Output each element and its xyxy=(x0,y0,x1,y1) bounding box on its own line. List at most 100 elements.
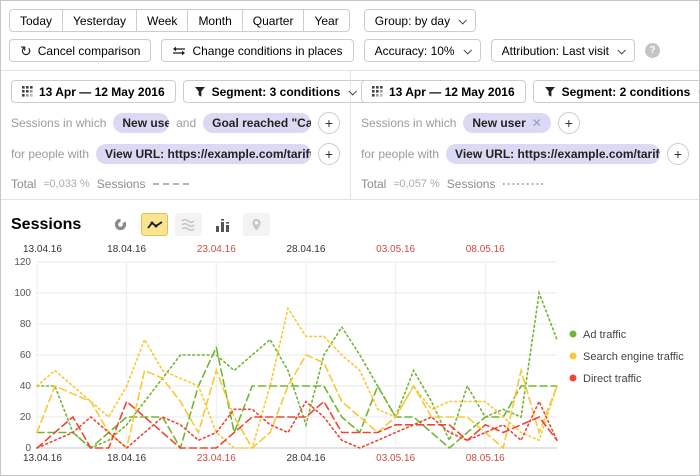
sessions-conditions-row: Sessions in which New user ✕ + xyxy=(361,112,689,134)
analytics-widget: Today Yesterday Week Month Quarter Year … xyxy=(0,0,700,476)
period-week-button[interactable]: Week xyxy=(136,9,188,32)
legend-label[interactable]: Ad traffic xyxy=(583,329,627,341)
legend-label[interactable]: Direct traffic xyxy=(583,373,642,385)
chevron-down-icon xyxy=(463,46,471,54)
calendar-grid-icon xyxy=(372,86,383,97)
comparison-panels: 13 Apr — 12 May 2016 Segment: 3 conditio… xyxy=(1,70,699,200)
condition-chip-new-user[interactable]: New user ✕ xyxy=(113,113,169,133)
legend-dot xyxy=(570,353,577,360)
chip-close-icon[interactable]: ✕ xyxy=(532,116,542,130)
chevron-down-icon xyxy=(459,16,467,24)
chip-label: New user xyxy=(122,116,169,130)
period-toolbar: Today Yesterday Week Month Quarter Year … xyxy=(1,1,699,32)
line-style-sample-dotted xyxy=(502,181,546,187)
condition-chip-goal[interactable]: Goal reached "Calculator" ✕ xyxy=(203,113,311,133)
period-month-button[interactable]: Month xyxy=(187,9,242,32)
legend-label[interactable]: Search engine traffic xyxy=(583,351,684,363)
people-conditions-row: for people with View URL: https://exampl… xyxy=(361,143,689,165)
y-axis-tick-label: 60 xyxy=(20,350,32,361)
y-axis-tick-label: 80 xyxy=(20,319,32,330)
x-axis-bottom-label: 18.04.16 xyxy=(107,453,146,464)
chip-label: View URL: https://example.com/tariff/* xyxy=(455,147,660,161)
add-condition-button[interactable]: + xyxy=(558,112,580,134)
segment-panel-a: 13 Apr — 12 May 2016 Segment: 3 conditio… xyxy=(1,71,350,199)
date-range-label: 13 Apr — 12 May 2016 xyxy=(39,85,165,99)
column-chart-icon[interactable] xyxy=(209,213,236,236)
swap-arrows-icon xyxy=(172,46,186,56)
x-axis-bottom-label: 13.04.16 xyxy=(23,453,62,464)
period-year-button[interactable]: Year xyxy=(303,9,349,32)
add-condition-button[interactable]: + xyxy=(318,112,340,134)
accuracy-label: Accuracy: 10% xyxy=(375,44,455,58)
total-value: ≈0,033 % xyxy=(43,178,89,190)
x-axis-top-label: 18.04.16 xyxy=(107,244,146,255)
x-axis-bottom-label: 28.04.16 xyxy=(286,453,325,464)
segment-a-controls: 13 Apr — 12 May 2016 Segment: 3 conditio… xyxy=(11,80,340,103)
x-axis-bottom-label: 08.05.16 xyxy=(466,453,505,464)
total-value: ≈0,057 % xyxy=(393,178,439,190)
attribution-dropdown[interactable]: Attribution: Last visit xyxy=(491,39,635,62)
series-line-direct-traffic-A xyxy=(37,402,557,449)
x-axis-top-label: 23.04.16 xyxy=(197,244,236,255)
group-by-label: Group: by day xyxy=(375,14,450,28)
chip-label: New user xyxy=(472,116,525,130)
x-axis-bottom-label: 03.05.16 xyxy=(376,453,415,464)
segment-dropdown[interactable]: Segment: 2 conditions xyxy=(533,80,700,103)
filter-funnel-icon xyxy=(194,86,206,98)
series-line-direct-traffic-B xyxy=(37,402,557,449)
period-yesterday-button[interactable]: Yesterday xyxy=(62,9,137,32)
condition-chip-new-user[interactable]: New user ✕ xyxy=(463,113,550,133)
stacked-area-chart-icon[interactable] xyxy=(175,213,202,236)
sessions-chart: 02040608010012013.04.1613.04.1618.04.161… xyxy=(1,242,699,470)
and-label: and xyxy=(176,116,196,130)
period-quarter-button[interactable]: Quarter xyxy=(242,9,305,32)
y-axis-tick-label: 120 xyxy=(14,257,31,268)
y-axis-tick-label: 40 xyxy=(20,381,32,392)
sessions-in-which-label: Sessions in which xyxy=(361,116,456,130)
add-condition-button[interactable]: + xyxy=(318,143,340,165)
y-axis-tick-label: 20 xyxy=(20,412,32,423)
help-icon[interactable]: ? xyxy=(645,43,660,58)
cancel-comparison-label: Cancel comparison xyxy=(38,44,141,58)
accuracy-dropdown[interactable]: Accuracy: 10% xyxy=(364,39,481,62)
for-people-with-label: for people with xyxy=(11,147,89,161)
segment-dropdown[interactable]: Segment: 3 conditions xyxy=(183,80,367,103)
total-label: Total xyxy=(11,177,36,191)
total-metric: Sessions xyxy=(97,177,146,191)
date-range-button[interactable]: 13 Apr — 12 May 2016 xyxy=(361,80,526,103)
segment-label: Segment: 3 conditions xyxy=(212,85,341,99)
x-axis-bottom-label: 23.04.16 xyxy=(197,453,236,464)
change-conditions-button[interactable]: Change conditions in places xyxy=(161,39,353,62)
change-conditions-label: Change conditions in places xyxy=(192,44,342,58)
x-axis-top-label: 28.04.16 xyxy=(286,244,325,255)
pie-chart-icon[interactable] xyxy=(107,213,134,236)
add-condition-button[interactable]: + xyxy=(667,143,689,165)
chart-type-switcher xyxy=(107,213,270,236)
sessions-in-which-label: Sessions in which xyxy=(11,116,106,130)
condition-chip-view-url[interactable]: View URL: https://example.com/tariff/* c… xyxy=(446,144,660,164)
cancel-comparison-button[interactable]: ↻ Cancel comparison xyxy=(9,39,151,62)
segment-control: Segment: 2 conditions ✕ xyxy=(533,80,700,103)
attribution-label: Attribution: Last visit xyxy=(502,44,609,58)
group-by-dropdown[interactable]: Group: by day xyxy=(364,9,476,32)
line-style-sample-dashed xyxy=(152,181,192,187)
x-axis-top-label: 13.04.16 xyxy=(23,244,62,255)
y-axis-tick-label: 100 xyxy=(14,288,31,299)
refresh-icon: ↻ xyxy=(20,44,32,58)
calendar-grid-icon xyxy=(22,86,33,97)
segment-label: Segment: 2 conditions xyxy=(562,85,691,99)
date-range-button[interactable]: 13 Apr — 12 May 2016 xyxy=(11,80,176,103)
sessions-header: Sessions xyxy=(1,200,699,242)
people-conditions-row: for people with View URL: https://exampl… xyxy=(11,143,340,165)
total-row: Total ≈0,057 % Sessions xyxy=(361,177,689,191)
segment-panel-b: 13 Apr — 12 May 2016 Segment: 2 conditio… xyxy=(350,71,699,199)
period-today-button[interactable]: Today xyxy=(9,9,63,32)
condition-chip-view-url[interactable]: View URL: https://example.com/tariff/* c… xyxy=(96,144,311,164)
comparison-toolbar: ↻ Cancel comparison Change conditions in… xyxy=(1,32,699,62)
map-pin-icon[interactable] xyxy=(243,213,270,236)
total-metric: Sessions xyxy=(447,177,496,191)
line-chart-icon[interactable] xyxy=(141,213,168,236)
date-range-label: 13 Apr — 12 May 2016 xyxy=(389,85,515,99)
chip-label: Goal reached "Calculator" xyxy=(212,116,311,130)
legend-dot xyxy=(570,331,577,338)
